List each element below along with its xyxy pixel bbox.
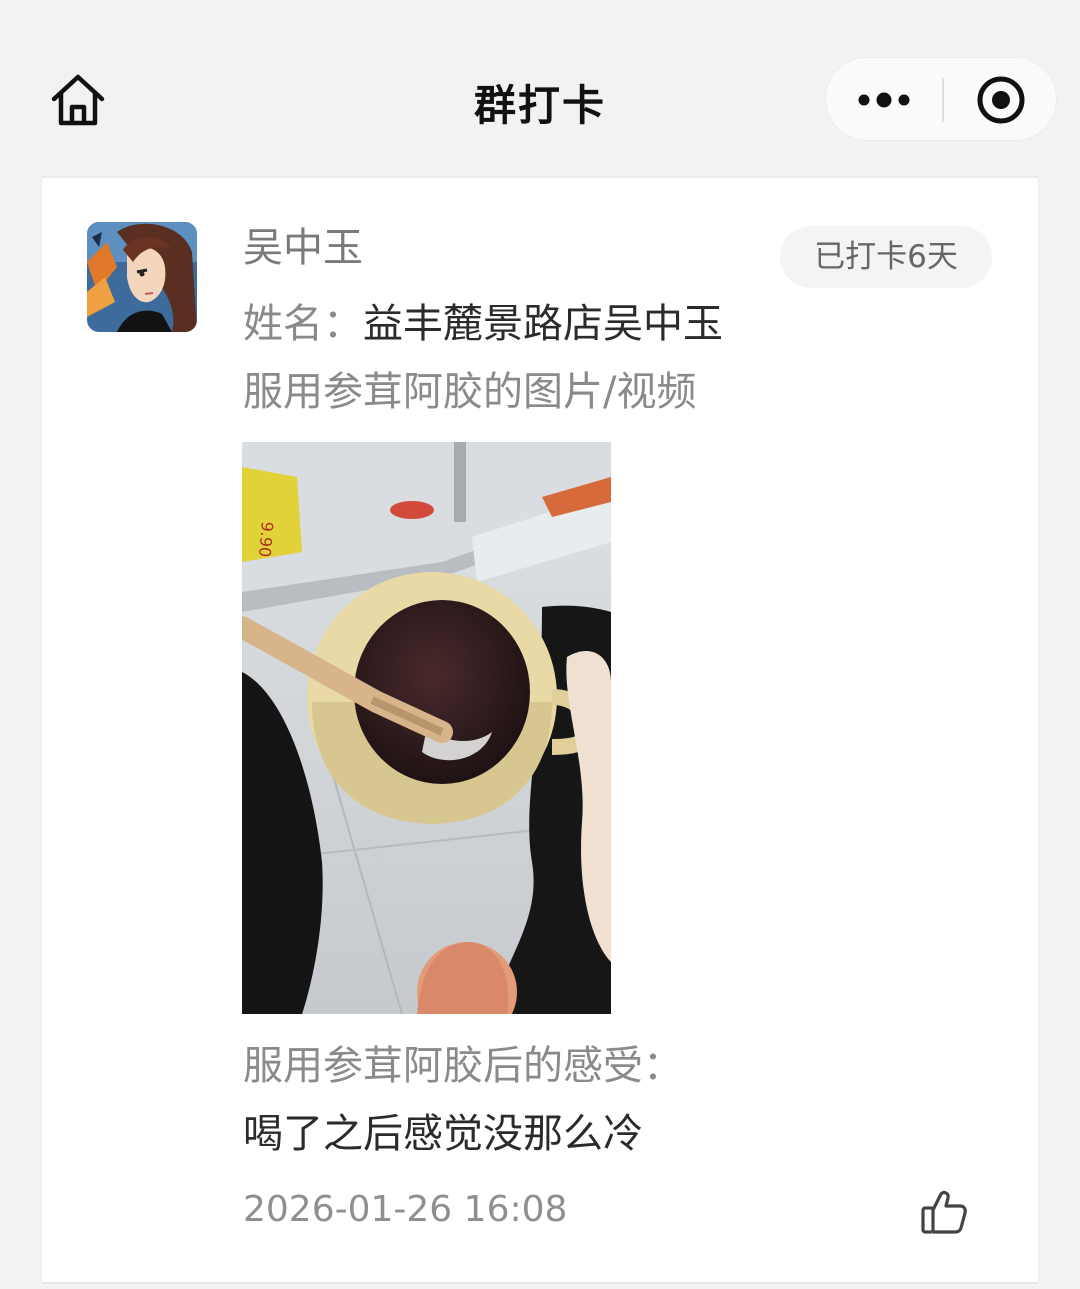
more-dots-icon <box>858 92 910 108</box>
name-label: 姓名： <box>243 301 363 347</box>
author-name[interactable]: 吴中玉 <box>243 222 363 274</box>
feeling-question: 服用参茸阿胶后的感受： <box>243 1043 683 1089</box>
checkin-photo[interactable]: 9.90 <box>242 442 611 1014</box>
checkin-days-badge: 已打卡6天 <box>780 226 992 288</box>
top-navigation-bar: 群打卡 <box>0 0 1080 160</box>
like-button[interactable] <box>918 1186 970 1238</box>
feeling-answer: 喝了之后感觉没那么冷 <box>243 1111 643 1157</box>
svg-text:9.90: 9.90 <box>255 521 277 558</box>
mini-program-capsule <box>825 57 1057 141</box>
card-bottom-divider <box>42 1282 1038 1284</box>
more-button[interactable] <box>826 58 942 142</box>
name-value: 益丰麓景路店吴中玉 <box>363 301 723 347</box>
card-top-divider <box>42 176 1038 178</box>
mini-program-close-icon <box>977 76 1025 124</box>
thumbs-up-icon <box>921 1191 967 1234</box>
avatar[interactable] <box>87 222 197 332</box>
name-field: 姓名：益丰麓景路店吴中玉 <box>243 296 723 352</box>
photo-question: 服用参茸阿胶的图片/视频 <box>243 369 697 415</box>
post-timestamp: 2026-01-26 16:08 <box>243 1189 568 1230</box>
close-button[interactable] <box>944 58 1058 142</box>
